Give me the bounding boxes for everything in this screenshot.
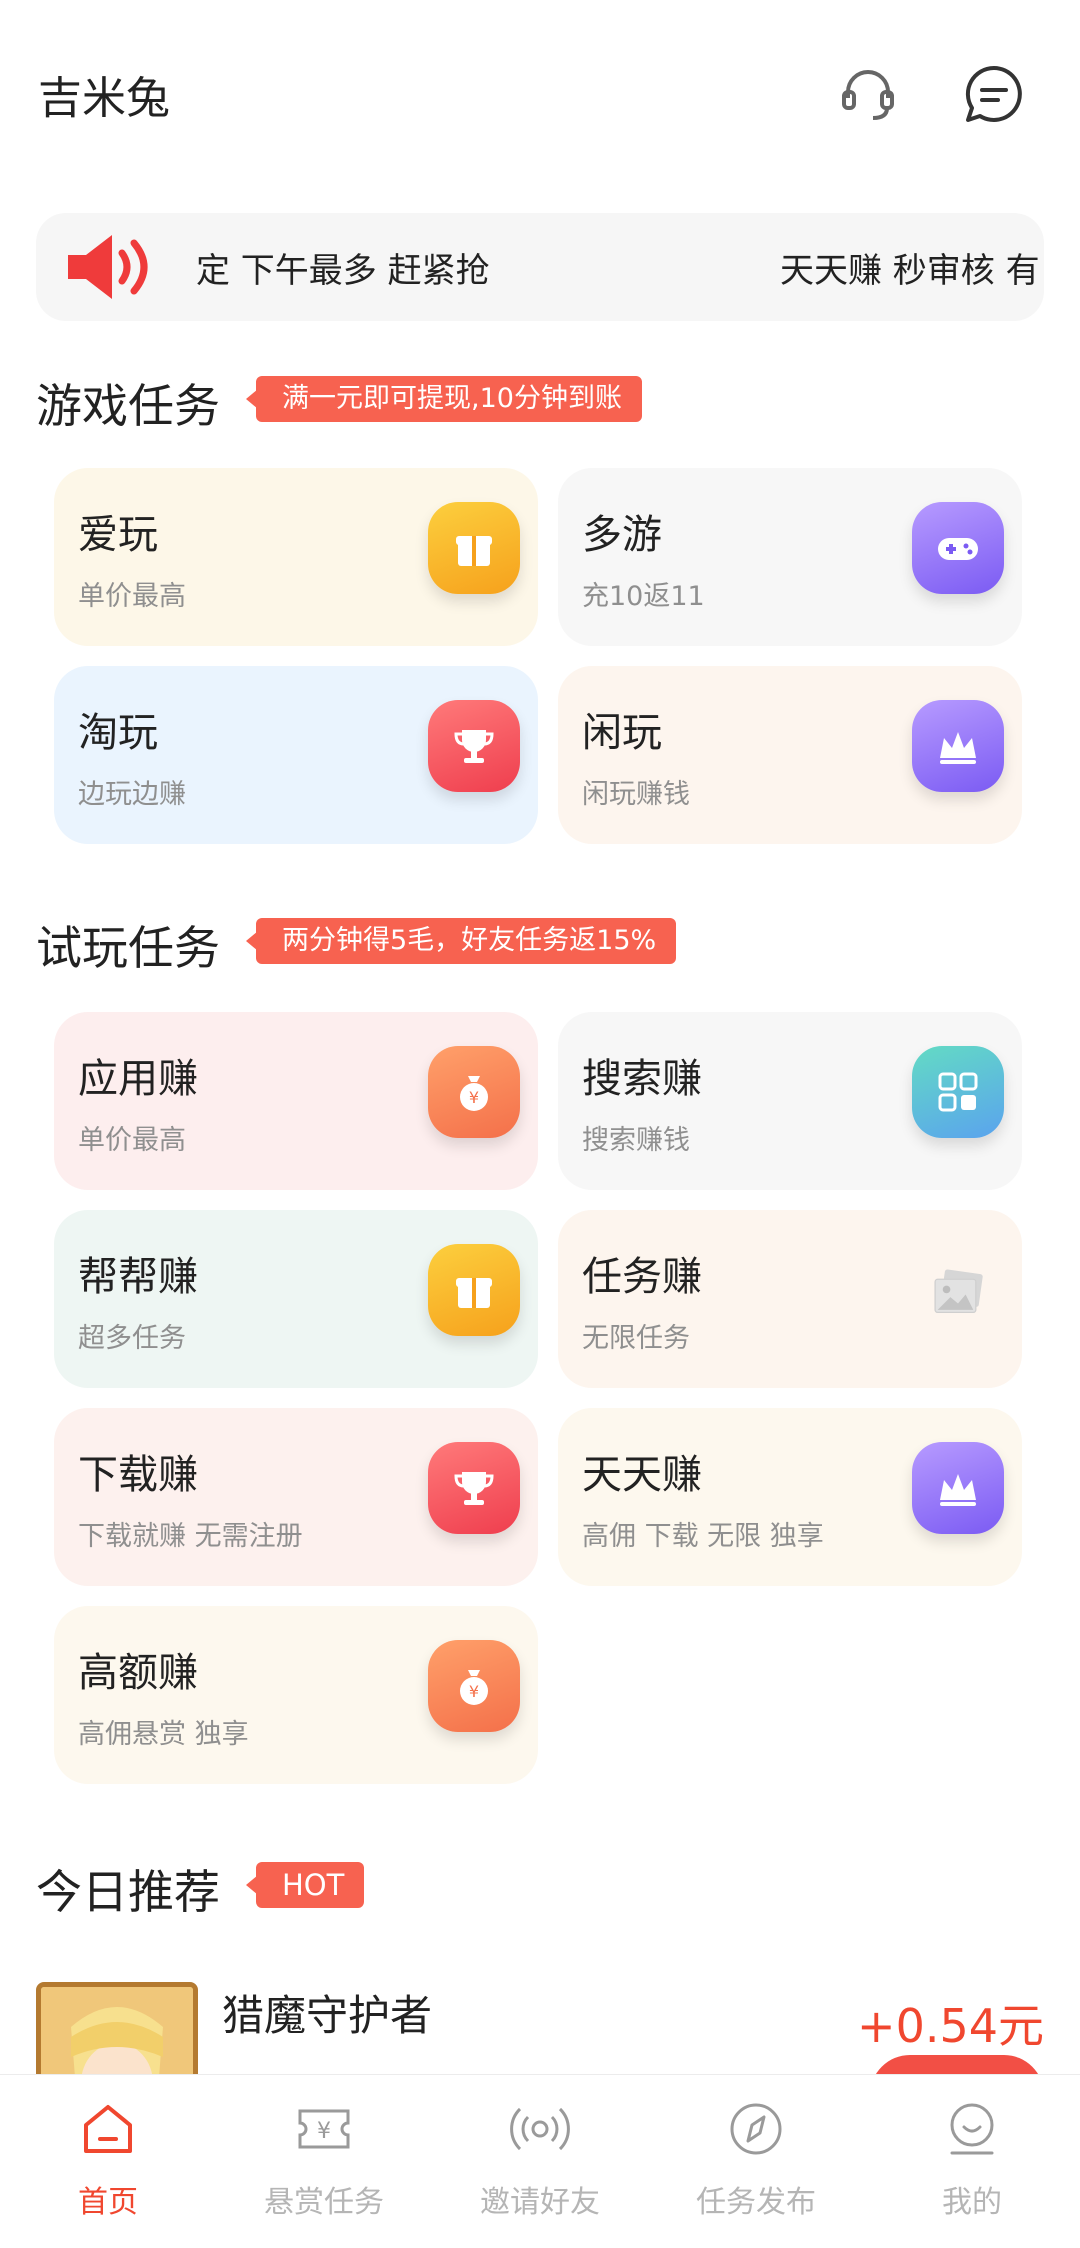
speaker-icon xyxy=(62,231,158,303)
card-subtitle: 无限任务 xyxy=(582,1323,690,1354)
compass-icon xyxy=(726,2099,786,2159)
card-subtitle: 单价最高 xyxy=(78,1125,186,1156)
tab-label: 邀请好友 xyxy=(480,2185,600,2220)
card-renwuzhuan[interactable]: 任务赚 无限任务 xyxy=(558,1210,1022,1388)
trophy-icon xyxy=(428,1442,520,1534)
broadcast-icon xyxy=(510,2099,570,2159)
section-title-game: 游戏任务 xyxy=(36,379,220,433)
card-title: 天天赚 xyxy=(582,1452,702,1498)
header: 吉米兔 xyxy=(0,0,1080,190)
gamepad-icon xyxy=(912,502,1004,594)
card-gaoezhuan[interactable]: 高额赚 高佣悬赏 独享 ¥ xyxy=(54,1606,538,1784)
card-title: 下载赚 xyxy=(78,1452,198,1498)
section-title-recommend: 今日推荐 xyxy=(36,1865,220,1919)
section-badge-game: 满一元即可提现,10分钟到账 xyxy=(246,376,642,422)
card-title: 淘玩 xyxy=(78,710,158,756)
card-yingyongzhuan[interactable]: 应用赚 单价最高 ¥ xyxy=(54,1012,538,1190)
hot-badge: HOT xyxy=(245,1862,365,1908)
image-placeholder-icon xyxy=(912,1244,1004,1336)
gift-icon xyxy=(428,1244,520,1336)
tab-home[interactable]: 首页 xyxy=(0,2075,216,2248)
tab-mine[interactable]: 我的 xyxy=(864,2075,1080,2248)
card-aiwan[interactable]: 爱玩 单价最高 xyxy=(54,468,538,646)
tab-label: 悬赏任务 xyxy=(264,2185,384,2220)
card-subtitle: 高佣悬赏 独享 xyxy=(78,1719,249,1750)
profile-icon xyxy=(942,2099,1002,2159)
section-title-trial: 试玩任务 xyxy=(36,921,220,975)
message-icon[interactable] xyxy=(962,62,1026,126)
grid-apps-icon xyxy=(912,1046,1004,1138)
ticket-yen-icon: ¥ xyxy=(294,2099,354,2159)
card-title: 多游 xyxy=(582,512,662,558)
tab-bounty[interactable]: ¥ 悬赏任务 xyxy=(216,2075,432,2248)
card-title: 高额赚 xyxy=(78,1650,198,1696)
notice-text: 定 下午最多 赶紧抢 xyxy=(196,251,490,291)
card-subtitle: 边玩边赚 xyxy=(78,779,186,810)
card-title: 任务赚 xyxy=(582,1254,702,1300)
gift-icon xyxy=(428,502,520,594)
trophy-icon xyxy=(428,700,520,792)
card-title: 应用赚 xyxy=(78,1056,198,1102)
notice-text-next: 天天赚 秒审核 有 xyxy=(780,251,1040,291)
section-badge-trial: 两分钟得5毛，好友任务返15% xyxy=(245,918,677,964)
card-subtitle: 充10返11 xyxy=(582,581,705,612)
card-subtitle: 超多任务 xyxy=(78,1323,186,1354)
recommend-game-name: 猎魔守护者 xyxy=(222,1991,433,2040)
bottom-tab-bar: 首页 ¥ 悬赏任务 邀请好友 任务发布 我的 xyxy=(0,2074,1080,2248)
card-title: 闲玩 xyxy=(582,710,662,756)
card-bangbangzhuan[interactable]: 帮帮赚 超多任务 xyxy=(54,1210,538,1388)
card-title: 爱玩 xyxy=(78,512,158,558)
svg-text:¥: ¥ xyxy=(469,1088,479,1107)
tab-publish[interactable]: 任务发布 xyxy=(648,2075,864,2248)
card-subtitle: 高佣 下载 无限 独享 xyxy=(582,1521,824,1552)
tab-invite[interactable]: 邀请好友 xyxy=(432,2075,648,2248)
crown-icon xyxy=(912,700,1004,792)
headset-icon[interactable] xyxy=(836,62,900,126)
home-icon xyxy=(78,2099,138,2159)
notice-banner[interactable]: 定 下午最多 赶紧抢 天天赚 秒审核 有 xyxy=(36,213,1044,321)
card-tiantianzhuan[interactable]: 天天赚 高佣 下载 无限 独享 xyxy=(558,1408,1022,1586)
svg-text:¥: ¥ xyxy=(469,1682,479,1701)
tab-label: 任务发布 xyxy=(696,2185,816,2220)
card-xiazaizhuan[interactable]: 下载赚 下载就赚 无需注册 xyxy=(54,1408,538,1586)
card-title: 搜索赚 xyxy=(582,1056,702,1102)
card-xianwan[interactable]: 闲玩 闲玩赚钱 xyxy=(558,666,1022,844)
svg-text:¥: ¥ xyxy=(317,2119,331,2144)
tab-label: 首页 xyxy=(78,2185,138,2220)
app-title: 吉米兔 xyxy=(38,73,170,124)
recommend-reward: +0.54元 xyxy=(857,1999,1044,2053)
tab-label: 我的 xyxy=(942,2185,1002,2220)
card-subtitle: 下载就赚 无需注册 xyxy=(78,1521,303,1552)
card-taowan[interactable]: 淘玩 边玩边赚 xyxy=(54,666,538,844)
money-bag-icon: ¥ xyxy=(428,1046,520,1138)
card-sousuozhuan[interactable]: 搜索赚 搜索赚钱 xyxy=(558,1012,1022,1190)
money-bag-icon: ¥ xyxy=(428,1640,520,1732)
card-subtitle: 搜索赚钱 xyxy=(582,1125,690,1156)
crown-icon xyxy=(912,1442,1004,1534)
card-title: 帮帮赚 xyxy=(78,1254,198,1300)
card-duoyou[interactable]: 多游 充10返11 xyxy=(558,468,1022,646)
card-subtitle: 闲玩赚钱 xyxy=(582,779,690,810)
card-subtitle: 单价最高 xyxy=(78,581,186,612)
